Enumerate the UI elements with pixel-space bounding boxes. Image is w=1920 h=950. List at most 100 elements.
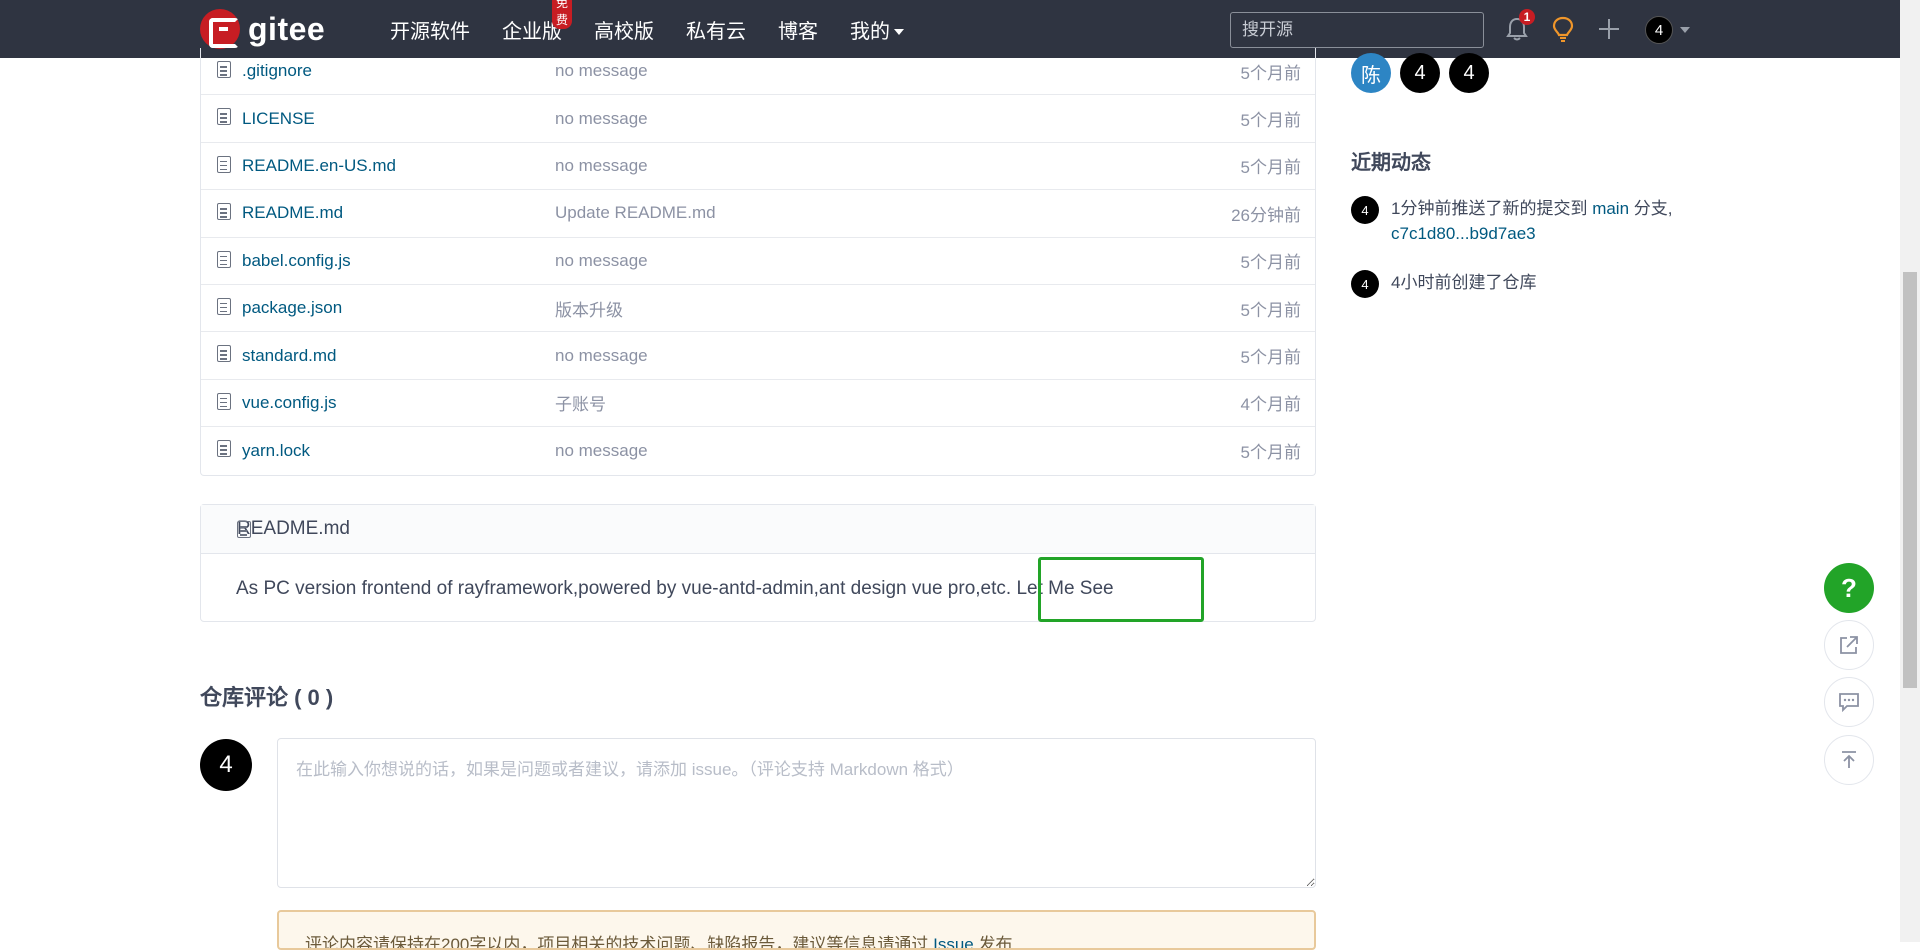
- commit-message-link[interactable]: 版本升级: [555, 296, 623, 321]
- file-icon: [217, 61, 231, 78]
- commit-message-link[interactable]: 子账号: [555, 390, 606, 415]
- file-icon: [217, 155, 231, 173]
- file-name-link[interactable]: README.md: [242, 203, 343, 223]
- help-icon: ?: [1841, 572, 1857, 603]
- nav-mine-label: 我的: [850, 20, 890, 43]
- share-button[interactable]: [1824, 620, 1874, 670]
- lightbulb-icon: [1552, 16, 1574, 42]
- activity-text: 1分钟前推送了新的提交到 main 分支, c7c1d80...b9d7ae3: [1391, 196, 1673, 246]
- file-name-link[interactable]: yarn.lock: [242, 441, 310, 461]
- external-link-icon: [1840, 636, 1858, 654]
- help-button[interactable]: ?: [1824, 563, 1874, 613]
- file-name-link[interactable]: babel.config.js: [242, 251, 351, 271]
- create-button[interactable]: [1594, 14, 1624, 44]
- free-badge: 免费: [552, 0, 573, 29]
- file-icon: [237, 521, 251, 538]
- chevron-down-icon: [894, 29, 904, 36]
- avatar[interactable]: 4: [1351, 270, 1379, 298]
- user-avatar[interactable]: 4: [1645, 16, 1673, 44]
- notification-count: 1: [1519, 9, 1535, 25]
- file-icon: [217, 108, 231, 126]
- commit-time: 4个月前: [1240, 395, 1301, 415]
- commit-time: 5个月前: [1240, 111, 1301, 131]
- issue-link[interactable]: Issue: [933, 935, 974, 948]
- message-icon: [1839, 693, 1859, 712]
- commit-range-link[interactable]: c7c1d80...b9d7ae3: [1391, 224, 1536, 243]
- commit-time: 5个月前: [1240, 300, 1301, 320]
- feedback-button[interactable]: [1824, 677, 1874, 727]
- commit-time: 5个月前: [1240, 63, 1301, 83]
- activity-desc: 4小时前创建了仓库: [1391, 273, 1537, 292]
- activity-item: 4 1分钟前推送了新的提交到 main 分支, c7c1d80...b9d7ae…: [1351, 196, 1673, 246]
- nav-blog[interactable]: 博客: [778, 15, 818, 44]
- table-row: standard.md no message 5个月前: [201, 332, 1315, 380]
- scrollbar-thumb[interactable]: [1903, 272, 1917, 688]
- branch-link[interactable]: main: [1592, 199, 1629, 218]
- search-input[interactable]: [1230, 12, 1484, 48]
- file-icon: [217, 250, 231, 268]
- file-icon: [217, 392, 231, 410]
- table-row: .gitignore no message 5个月前: [201, 48, 1315, 96]
- nav-education[interactable]: 高校版: [594, 15, 654, 44]
- table-row: LICENSE no message 5个月前: [201, 95, 1315, 143]
- file-name-link[interactable]: .gitignore: [242, 61, 312, 81]
- commit-time: 26分钟前: [1231, 205, 1301, 225]
- file-name-link[interactable]: README.en-US.md: [242, 156, 396, 176]
- activity-desc: 1分钟前推送了新的提交到: [1391, 199, 1593, 218]
- nav-enterprise[interactable]: 企业版 免费: [502, 0, 573, 44]
- nav-open-source[interactable]: 开源软件: [390, 15, 470, 44]
- member-avatar[interactable]: 陈: [1351, 53, 1391, 93]
- arrow-up-icon: [1842, 751, 1856, 768]
- activity-title: 近期动态: [1351, 152, 1431, 174]
- file-name-link[interactable]: standard.md: [242, 346, 337, 366]
- nav-private-cloud[interactable]: 私有云: [686, 15, 746, 44]
- chevron-down-icon: [1680, 27, 1690, 33]
- logo-text: gitee: [248, 10, 326, 47]
- gitee-logo-icon: [200, 9, 240, 49]
- commit-message-link[interactable]: no message: [555, 441, 648, 461]
- commit-time: 5个月前: [1240, 253, 1301, 273]
- commit-time: 5个月前: [1240, 443, 1301, 463]
- back-to-top-button[interactable]: [1824, 735, 1874, 785]
- lightbulb-button[interactable]: [1548, 14, 1578, 44]
- comment-notice: 评论内容请保持在200字以内，项目相关的技术问题、缺陷报告，建议等信息请通过 I…: [277, 910, 1316, 950]
- commit-time: 5个月前: [1240, 158, 1301, 178]
- file-name-link[interactable]: package.json: [242, 298, 342, 318]
- member-avatar[interactable]: 4: [1449, 53, 1489, 93]
- highlight-box: [1038, 557, 1204, 622]
- table-row: vue.config.js 子账号 4个月前: [201, 380, 1315, 428]
- file-icon: [217, 440, 231, 458]
- nav-mine[interactable]: 我的: [850, 15, 904, 44]
- comments-title: 仓库评论 ( 0 ): [200, 685, 334, 710]
- file-name-link[interactable]: LICENSE: [242, 109, 315, 129]
- readme-header: README.md: [201, 505, 1315, 554]
- table-row: yarn.lock no message 5个月前: [201, 427, 1315, 474]
- commit-message-link[interactable]: no message: [555, 61, 648, 81]
- commit-message-link[interactable]: no message: [555, 156, 648, 176]
- avatar: 4: [200, 739, 252, 791]
- comment-notice-text: 评论内容请保持在200字以内，项目相关的技术问题、缺陷报告，建议等信息请通过: [305, 935, 934, 950]
- gitee-logo[interactable]: gitee: [200, 9, 325, 49]
- readme-title: README.md: [237, 518, 350, 539]
- table-row: README.en-US.md no message 5个月前: [201, 143, 1315, 191]
- comment-input[interactable]: [277, 738, 1316, 888]
- file-icon: [217, 297, 231, 315]
- table-row: babel.config.js no message 5个月前: [201, 238, 1315, 285]
- file-list: .gitignore no message 5个月前 LICENSE no me…: [200, 48, 1316, 476]
- activity-item: 4 4小时前创建了仓库: [1351, 270, 1537, 298]
- page-scrollbar[interactable]: [1900, 0, 1920, 942]
- commit-message-link[interactable]: no message: [555, 251, 648, 271]
- avatar[interactable]: 4: [1351, 196, 1379, 224]
- table-row: README.md Update README.md 26分钟前: [201, 190, 1315, 238]
- commit-message-link[interactable]: no message: [555, 109, 648, 129]
- notification-button[interactable]: 1: [1502, 9, 1535, 44]
- comment-notice-suffix: 发布: [973, 935, 1013, 950]
- file-icon: [217, 203, 231, 221]
- member-avatar[interactable]: 4: [1400, 53, 1440, 93]
- file-icon: [217, 345, 231, 363]
- commit-message-link[interactable]: no message: [555, 346, 648, 366]
- file-name-link[interactable]: vue.config.js: [242, 393, 337, 413]
- commit-message-link[interactable]: Update README.md: [555, 203, 716, 223]
- activity-suffix: 分支,: [1629, 199, 1673, 218]
- table-row: package.json 版本升级 5个月前: [201, 285, 1315, 333]
